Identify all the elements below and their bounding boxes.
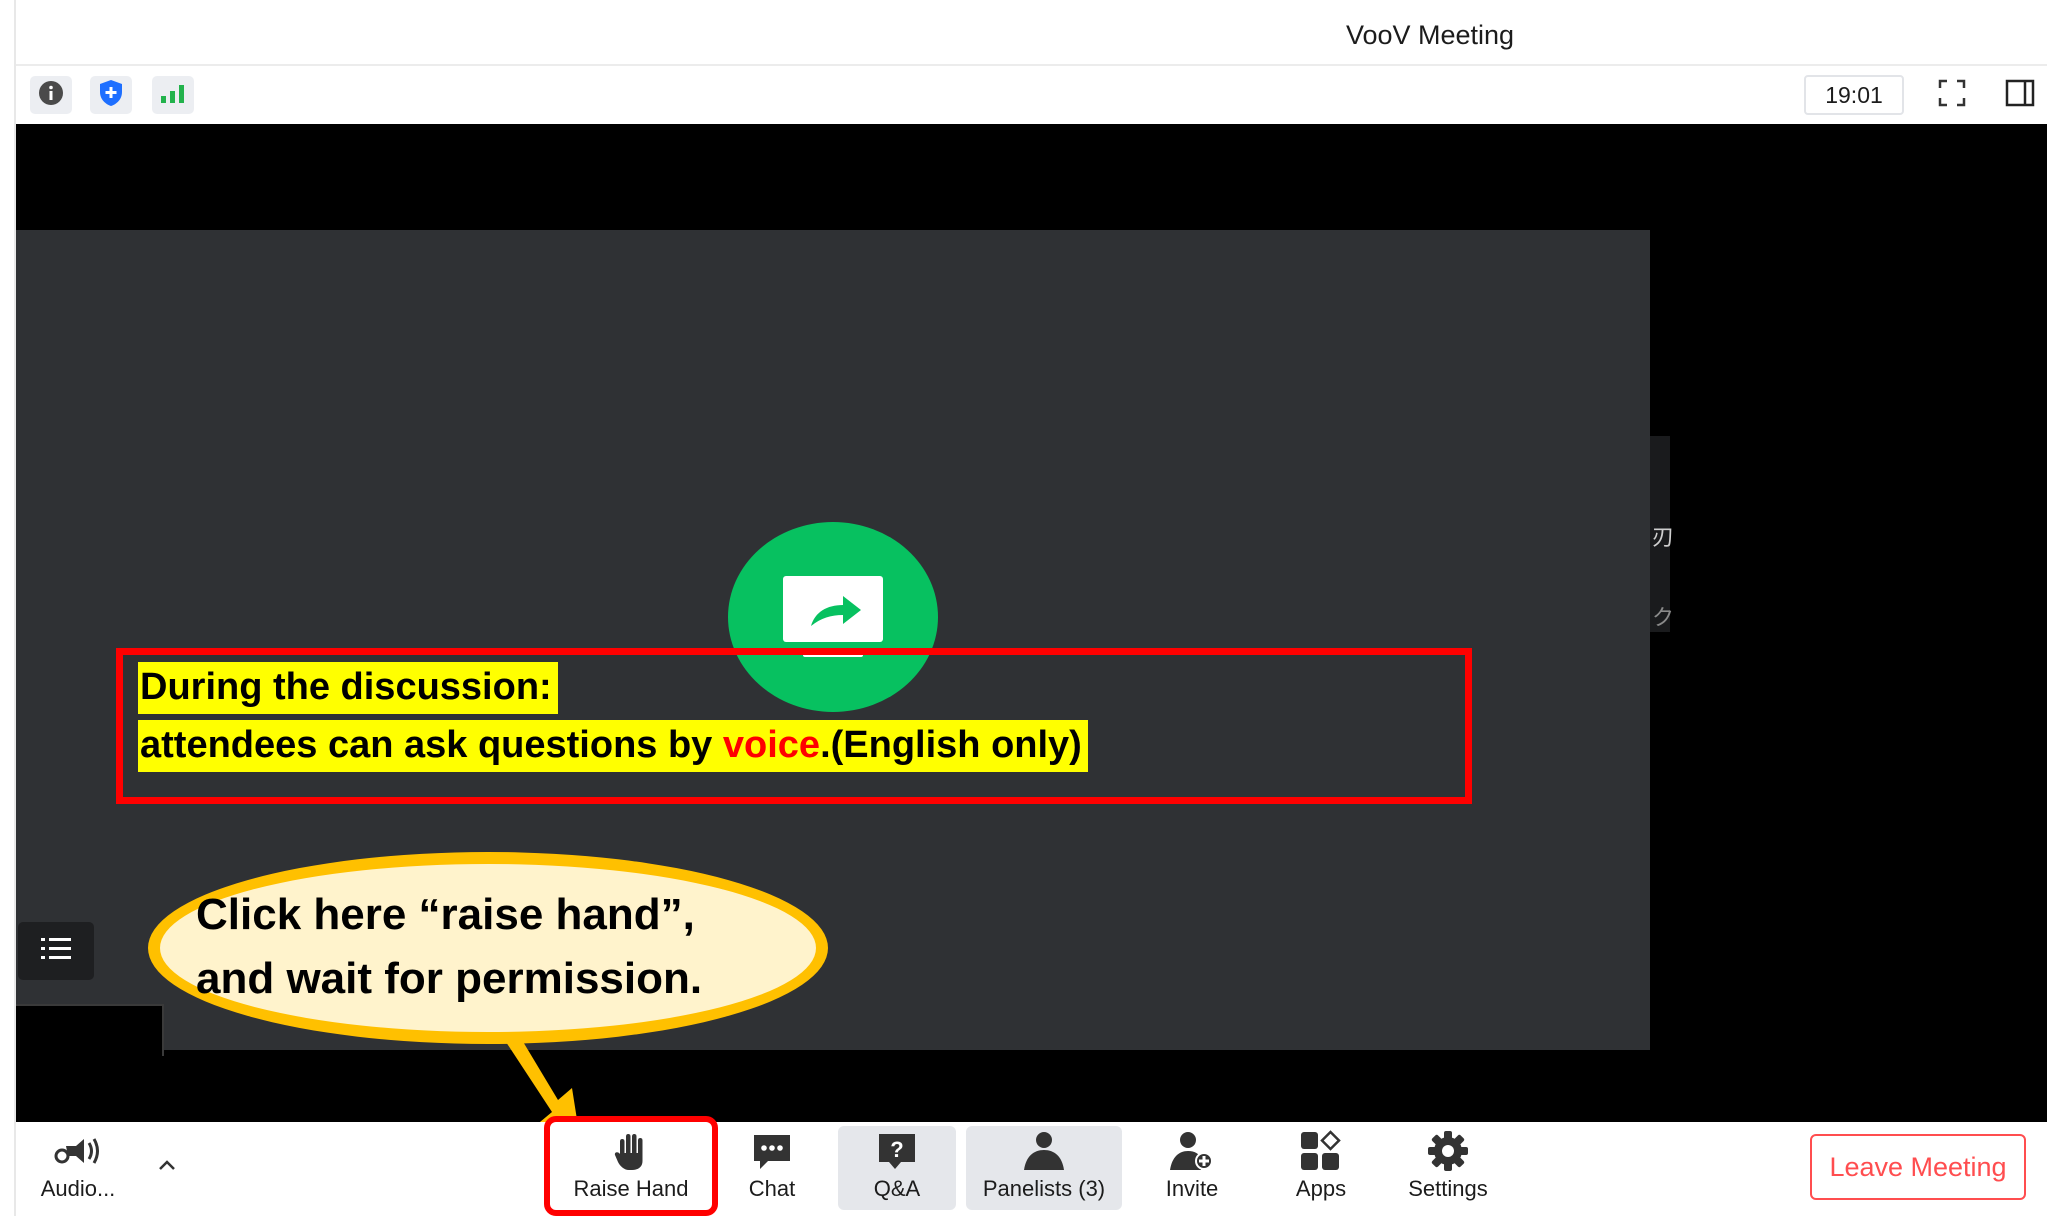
audio-options-button[interactable] — [150, 1150, 184, 1184]
fullscreen-button[interactable] — [1932, 75, 1972, 115]
chevron-up-icon — [157, 1158, 177, 1177]
raise-hand-callout — [148, 852, 828, 1044]
qa-button[interactable]: ? Q&A — [838, 1126, 956, 1210]
notice-line-1: During the discussion: — [138, 662, 558, 714]
info-icon — [38, 80, 64, 111]
add-user-icon — [1168, 1130, 1216, 1177]
video-thumbnail — [16, 1004, 164, 1056]
invite-button[interactable]: Invite — [1150, 1126, 1234, 1210]
side-strip-glyph: 刃 — [1652, 525, 1675, 550]
person-icon — [1020, 1130, 1068, 1177]
gear-icon — [1426, 1129, 1470, 1178]
chat-label: Chat — [748, 1176, 796, 1201]
callout-line-2: and wait for permission. — [196, 954, 703, 1003]
window-left-border — [0, 0, 16, 1216]
speaker-icon — [54, 1134, 102, 1173]
chat-icon — [750, 1131, 794, 1176]
meeting-timer: 19:01 — [1804, 75, 1904, 115]
panelists-button[interactable]: Panelists (3) — [966, 1126, 1122, 1210]
callout-line-1: Click here “raise hand”, — [196, 890, 695, 939]
security-button[interactable] — [90, 76, 132, 114]
invite-label: Invite — [1165, 1176, 1219, 1201]
settings-button[interactable]: Settings — [1392, 1126, 1504, 1210]
fullscreen-icon — [1936, 77, 1968, 114]
meeting-info-bar — [16, 66, 2047, 124]
svg-text:?: ? — [890, 1137, 903, 1162]
network-status-button[interactable] — [152, 76, 194, 114]
leave-meeting-button[interactable]: Leave Meeting — [1810, 1134, 2026, 1200]
notice-line-2: attendees can ask questions by voice.(En… — [138, 720, 1088, 772]
settings-label: Settings — [1408, 1176, 1488, 1201]
apps-label: Apps — [1295, 1176, 1347, 1201]
list-icon — [39, 935, 73, 968]
apps-button[interactable]: Apps — [1280, 1126, 1362, 1210]
notice-highlight-word: voice — [722, 724, 821, 766]
shield-icon — [98, 79, 124, 112]
panelists-label: Panelists (3) — [982, 1176, 1106, 1201]
side-panel-button[interactable] — [2000, 75, 2040, 115]
qa-label: Q&A — [873, 1176, 921, 1201]
app-title: VooV Meeting — [1345, 20, 1515, 50]
side-panel-icon — [2004, 77, 2036, 114]
raise-hand-highlight — [544, 1116, 718, 1216]
apps-icon — [1299, 1129, 1343, 1177]
question-icon: ? — [875, 1131, 919, 1176]
side-strip-glyph: ク — [1652, 605, 1675, 630]
chat-button[interactable]: Chat — [732, 1126, 812, 1210]
list-view-button[interactable] — [18, 922, 94, 980]
meeting-info-button[interactable] — [30, 76, 72, 114]
notice-text: .(English only) — [820, 724, 1082, 766]
audio-label: Audio... — [40, 1176, 116, 1201]
signal-icon — [159, 82, 187, 109]
title-bar — [16, 8, 2047, 66]
audio-button[interactable]: Audio... — [28, 1126, 128, 1210]
notice-text: attendees can ask questions by — [140, 724, 723, 766]
